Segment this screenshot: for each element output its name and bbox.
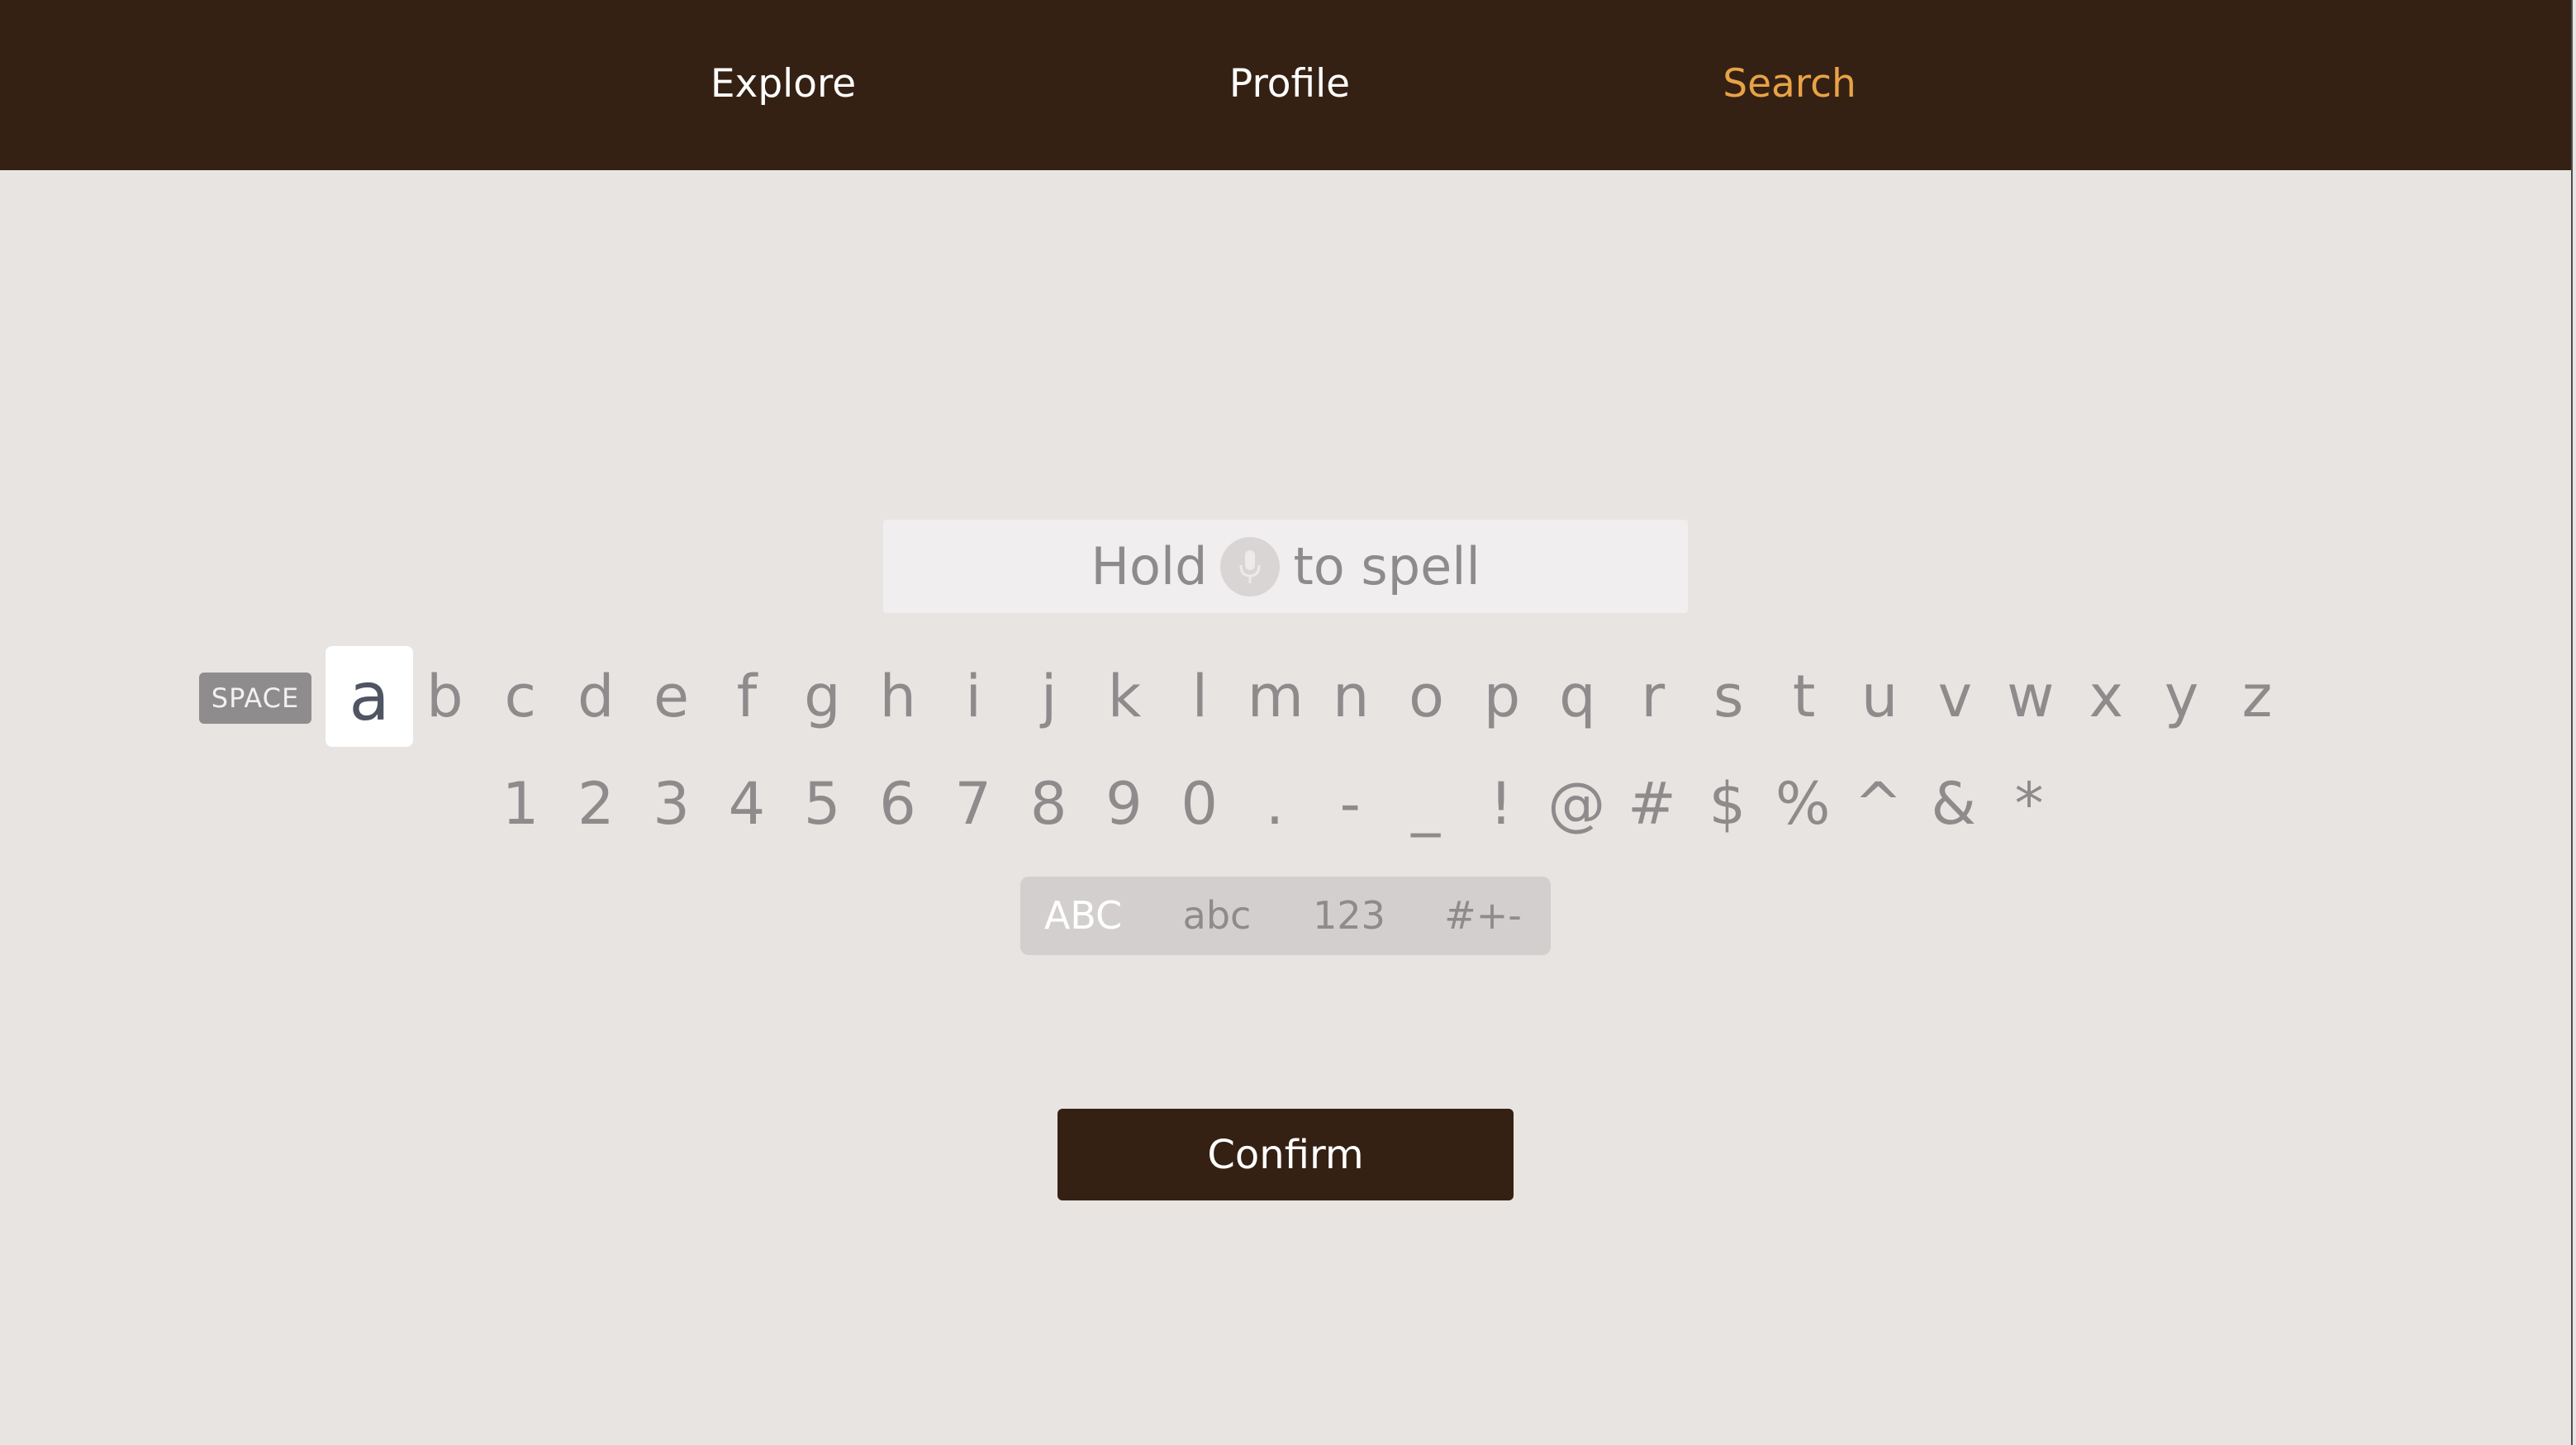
key-symbol-4[interactable]: 5 — [789, 758, 855, 849]
key-symbol-11[interactable]: - — [1317, 758, 1383, 849]
nav-tab-profile[interactable]: Profile — [1229, 51, 1350, 117]
mode-numbers[interactable]: 123 — [1313, 877, 1385, 955]
key-symbol-3[interactable]: 4 — [714, 758, 780, 849]
nav-tab-explore[interactable]: Explore — [711, 51, 856, 117]
key-symbol-13[interactable]: ! — [1468, 758, 1534, 849]
key-symbol-0[interactable]: 1 — [487, 758, 554, 849]
key-d[interactable]: d — [563, 651, 629, 742]
key-symbol-12[interactable]: _ — [1393, 758, 1459, 849]
key-symbol-20[interactable]: * — [1996, 758, 2062, 849]
key-t[interactable]: t — [1771, 651, 1837, 742]
key-symbol-17[interactable]: % — [1770, 758, 1836, 849]
key-k[interactable]: k — [1091, 651, 1157, 742]
space-key[interactable]: SPACE — [199, 673, 311, 724]
window-edge — [2571, 0, 2576, 1445]
key-j[interactable]: j — [1016, 651, 1082, 742]
mode-symbols[interactable]: #+- — [1444, 877, 1522, 955]
key-b[interactable]: b — [411, 651, 478, 742]
key-e[interactable]: e — [639, 651, 705, 742]
key-p[interactable]: p — [1469, 651, 1535, 742]
key-symbol-16[interactable]: $ — [1694, 758, 1761, 849]
key-z[interactable]: z — [2224, 651, 2290, 742]
key-n[interactable]: n — [1318, 651, 1384, 742]
key-u[interactable]: u — [1846, 651, 1913, 742]
microphone-icon — [1220, 536, 1281, 597]
key-i[interactable]: i — [940, 651, 1006, 742]
key-symbol-10[interactable]: . — [1242, 758, 1308, 849]
key-symbol-7[interactable]: 8 — [1015, 758, 1081, 849]
key-symbol-2[interactable]: 3 — [639, 758, 705, 849]
top-navigation-bar: Explore Profile Search — [0, 0, 2571, 170]
key-symbol-14[interactable]: @ — [1543, 758, 1609, 849]
confirm-button[interactable]: Confirm — [1057, 1109, 1514, 1200]
key-s[interactable]: s — [1695, 651, 1761, 742]
key-f[interactable]: f — [714, 651, 780, 742]
key-c[interactable]: c — [487, 651, 554, 742]
key-q[interactable]: q — [1544, 651, 1610, 742]
key-symbol-15[interactable]: # — [1619, 758, 1685, 849]
key-y[interactable]: y — [2149, 651, 2215, 742]
key-o[interactable]: o — [1394, 651, 1460, 742]
key-r[interactable]: r — [1620, 651, 1686, 742]
search-hint: Hold to spell — [883, 520, 1688, 613]
key-symbol-8[interactable]: 9 — [1091, 758, 1157, 849]
mode-lowercase[interactable]: abc — [1183, 877, 1252, 955]
key-symbol-1[interactable]: 2 — [563, 758, 629, 849]
key-a[interactable]: a — [326, 646, 413, 747]
search-input[interactable]: Hold to spell — [883, 520, 1688, 613]
key-symbol-19[interactable]: & — [1921, 758, 1987, 849]
key-x[interactable]: x — [2073, 651, 2139, 742]
search-hint-after: to spell — [1293, 536, 1480, 597]
key-g[interactable]: g — [789, 651, 855, 742]
key-symbol-5[interactable]: 6 — [865, 758, 931, 849]
key-l[interactable]: l — [1167, 651, 1233, 742]
mode-uppercase[interactable]: ABC — [1044, 877, 1122, 955]
search-hint-before: Hold — [1091, 536, 1208, 597]
key-symbol-6[interactable]: 7 — [940, 758, 1006, 849]
key-symbol-18[interactable]: ^ — [1845, 758, 1911, 849]
key-symbol-9[interactable]: 0 — [1167, 758, 1233, 849]
key-v[interactable]: v — [1922, 651, 1988, 742]
keyboard-mode-selector: ABC abc 123 #+- — [1020, 877, 1551, 955]
nav-tab-search[interactable]: Search — [1723, 51, 1856, 117]
key-w[interactable]: w — [1998, 651, 2064, 742]
key-m[interactable]: m — [1243, 651, 1309, 742]
key-h[interactable]: h — [865, 651, 931, 742]
